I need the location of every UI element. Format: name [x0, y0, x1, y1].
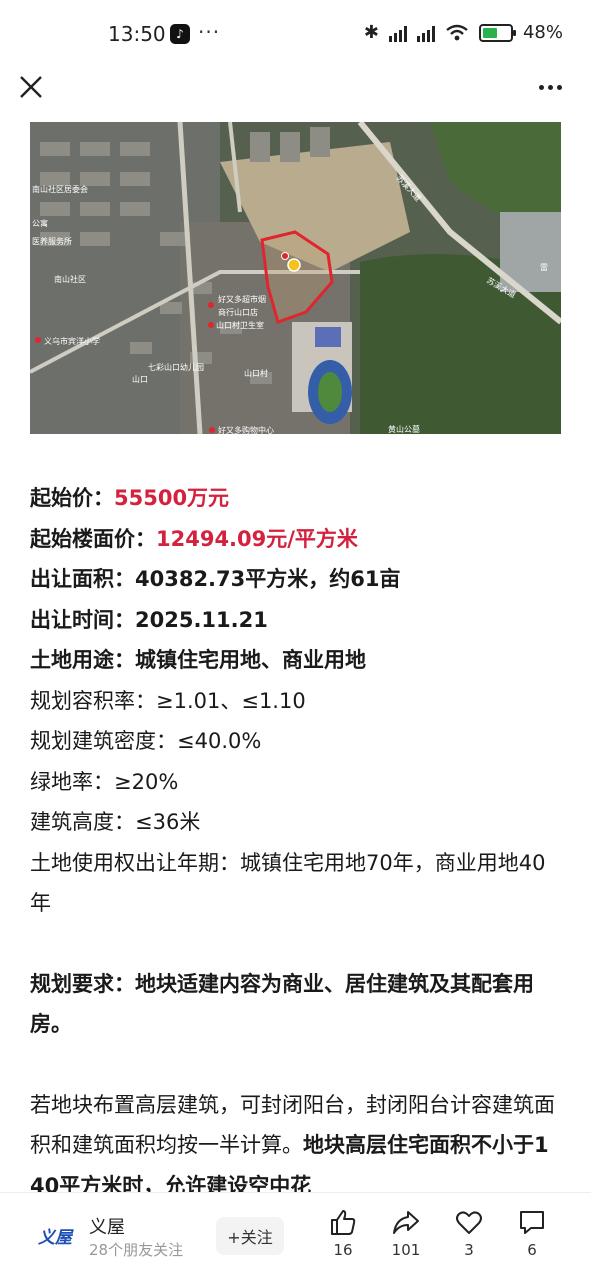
close-icon[interactable]	[16, 72, 46, 102]
comment-button[interactable]: 6	[507, 1207, 557, 1259]
map-label: 山口	[132, 374, 148, 384]
map-label: 山口村卫生室	[216, 320, 264, 330]
wifi-icon	[446, 24, 468, 40]
top-nav	[0, 66, 591, 120]
floor-price-label: 起始楼面价：	[30, 526, 156, 551]
map-label: 医养服务所	[32, 236, 72, 246]
share-icon	[393, 1211, 419, 1234]
transfer-time: 出让时间：2025.11.21	[30, 607, 268, 632]
author-logo[interactable]: 义屋	[38, 1223, 72, 1248]
bluetooth-icon: ✱	[363, 22, 379, 43]
map-label: 黄山公墓	[388, 424, 420, 434]
land-usage: 土地用途：城镇住宅用地、商业用地	[30, 648, 366, 672]
green-ratio: 绿地率：≥20%	[30, 769, 179, 794]
more-icon[interactable]	[535, 72, 565, 102]
start-price-label: 起始价：	[30, 486, 114, 510]
status-time: 13:50	[108, 22, 166, 46]
map-label: 南山社区居委会	[32, 184, 88, 194]
battery-icon	[478, 23, 516, 42]
map-label: 义乌市宾洋小学	[44, 336, 100, 346]
land-term: 土地使用权出让年期：城镇住宅用地70年，商业用地40年	[30, 850, 546, 916]
map-label: 南山社区	[54, 274, 86, 284]
share-button[interactable]: 101	[381, 1207, 431, 1259]
like-button[interactable]: 16	[318, 1207, 368, 1259]
article-body: 起始价：55500万元 起始楼面价：12494.09元/平方米 出让面积：403…	[30, 478, 561, 1206]
start-price-line: 起始价：55500万元	[30, 478, 561, 519]
map-label: 公寓	[32, 218, 48, 228]
floor-price-value: 12494.09元/平方米	[156, 526, 358, 551]
share-count: 101	[391, 1241, 421, 1259]
follow-button[interactable]: +关注	[216, 1217, 284, 1255]
status-right-group: ✱ 48%	[364, 22, 563, 43]
high-rise-paragraph: 若地块布置高层建筑，可封闭阳台，封闭阳台计容建筑面积和建筑面积均按一半计算。地块…	[30, 1085, 561, 1207]
heart-icon	[456, 1211, 482, 1234]
start-price-value: 55500万元	[114, 486, 230, 510]
status-bar: 13:50 ♪ ··· ✱ 48%	[0, 0, 591, 66]
battery-fill	[482, 27, 498, 38]
plot-ratio: 规划容积率：≥1.01、≤1.10	[30, 688, 306, 713]
comment-icon	[520, 1211, 544, 1234]
tiktok-icon: ♪	[170, 24, 190, 44]
like-count: 16	[333, 1241, 353, 1259]
battery-percent: 48%	[522, 22, 563, 43]
map-label: 雷	[540, 263, 548, 272]
comment-count: 6	[527, 1241, 537, 1259]
transfer-area: 出让面积：40382.73平方米，约61亩	[30, 567, 401, 591]
author-followers: 28个朋友关注	[89, 1241, 184, 1259]
bottom-action-bar: 义屋 义屋 28个朋友关注 +关注 16 101 3 6	[0, 1192, 591, 1280]
map-label: 商行山口店	[218, 307, 258, 317]
satellite-map-image: 南山社区居委会 公寓 医养服务所 南山社区 义乌市宾洋小学 好又多超市烟 商行山…	[30, 122, 561, 434]
favorite-count: 3	[464, 1241, 474, 1259]
author-name[interactable]: 义屋	[89, 1213, 125, 1239]
signal-icon	[388, 24, 407, 42]
planning-requirement: 规划要求：地块适建内容为商业、居住建筑及其配套用房。	[30, 971, 534, 1037]
building-density: 规划建筑密度：≤40.0%	[30, 729, 262, 753]
map-label: 山口村	[244, 368, 268, 378]
map-label: 好又多超市烟	[218, 294, 266, 304]
status-more-indicator: ···	[198, 20, 221, 44]
floor-price-line: 起始楼面价：12494.09元/平方米	[30, 519, 561, 560]
thumbs-up-icon	[331, 1210, 356, 1235]
map-label: 好又多购物中心	[218, 425, 274, 434]
building-height: 建筑高度：≤36米	[30, 810, 201, 834]
favorite-button[interactable]: 3	[444, 1207, 494, 1259]
map-label: 七彩山口幼儿园	[148, 362, 204, 372]
signal-icon-2	[416, 24, 435, 42]
